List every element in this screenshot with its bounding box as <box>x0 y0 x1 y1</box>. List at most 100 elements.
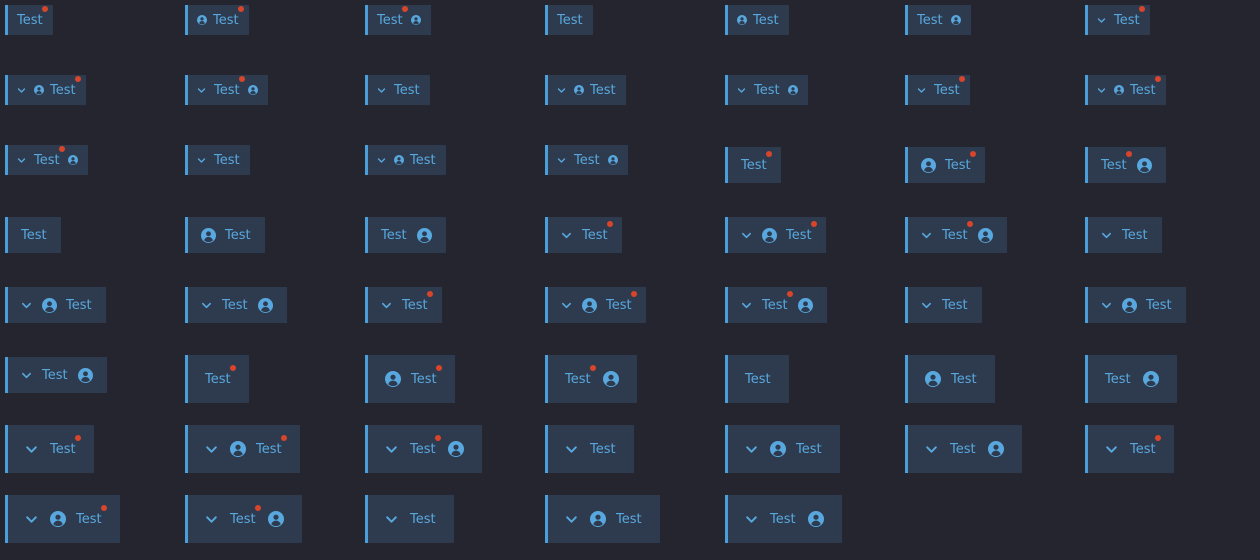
chip-button[interactable]: Test <box>1085 5 1150 35</box>
chip-label: Test <box>50 75 81 97</box>
chip-button[interactable]: Test <box>725 287 827 323</box>
chip-button[interactable]: Test <box>1085 217 1162 253</box>
chip-button[interactable]: Test <box>545 495 660 543</box>
chip-label: Test <box>50 434 81 456</box>
chip-label: Test <box>945 150 976 172</box>
user-circle-icon <box>34 85 44 95</box>
chevron-down-icon <box>562 302 571 308</box>
chip-button[interactable]: Test <box>905 287 982 323</box>
chevron-down-icon <box>562 232 571 238</box>
user-circle-icon <box>410 15 421 25</box>
chip-button[interactable]: Test <box>185 355 249 403</box>
chip-button[interactable]: Test <box>365 75 430 105</box>
chevron-down-icon <box>17 87 26 93</box>
chip-button[interactable]: Test <box>365 425 482 473</box>
chip-button[interactable]: Test <box>725 75 808 105</box>
chip-button[interactable]: Test <box>545 287 646 323</box>
chip-button[interactable]: Test <box>1085 147 1166 183</box>
chevron-down-icon <box>377 157 386 163</box>
chip-label: Test <box>1130 75 1161 97</box>
chip-button[interactable]: Test <box>5 5 53 35</box>
user-circle-icon <box>762 227 777 243</box>
chip-button[interactable]: Test <box>725 355 789 403</box>
chevron-down-icon <box>377 87 386 93</box>
chevron-down-icon <box>922 302 931 308</box>
chip-button[interactable]: Test <box>905 425 1022 473</box>
notification-dot <box>41 5 48 12</box>
user-circle-icon <box>77 367 93 383</box>
chip-label: Test <box>934 75 965 97</box>
user-circle-icon <box>770 441 786 457</box>
chip-button[interactable]: Test <box>905 75 970 105</box>
chip-label: Test <box>606 290 637 312</box>
chip-button[interactable]: Test <box>185 145 250 175</box>
chip-button[interactable]: Test <box>545 145 628 175</box>
user-circle-icon <box>977 227 993 243</box>
notification-dot <box>74 75 81 82</box>
notification-dot <box>254 504 261 511</box>
chip-button[interactable]: Test <box>365 217 446 253</box>
notification-dot <box>100 504 107 511</box>
user-circle-icon <box>797 297 813 313</box>
chip-button[interactable]: Test <box>365 145 446 175</box>
notification-dot <box>810 220 817 227</box>
chip-label: Test <box>230 504 261 526</box>
chip-button[interactable]: Test <box>5 357 107 393</box>
chip-button[interactable]: Test <box>545 217 622 253</box>
chip-button[interactable]: Test <box>725 495 842 543</box>
chip-button[interactable]: Test <box>905 147 985 183</box>
chevron-down-icon <box>26 445 37 453</box>
chip-label: Test <box>950 441 976 457</box>
chip-button[interactable]: Test <box>185 287 287 323</box>
chip-button[interactable]: Test <box>545 355 637 403</box>
chip-button[interactable]: Test <box>1085 287 1186 323</box>
notification-dot <box>1125 150 1132 157</box>
chip-label: Test <box>214 75 245 97</box>
chevron-down-icon <box>206 445 217 453</box>
chip-label: Test <box>1114 5 1145 27</box>
chip-button[interactable]: Test <box>5 287 106 323</box>
chip-label: Test <box>753 12 779 28</box>
chip-button[interactable]: Test <box>185 5 249 35</box>
chip-button[interactable]: Test <box>1085 75 1166 105</box>
chip-label: Test <box>213 5 244 27</box>
user-circle-icon <box>590 511 606 527</box>
chip-button[interactable]: Test <box>1085 355 1177 403</box>
notification-dot <box>229 364 236 371</box>
chip-button[interactable]: Test <box>5 145 88 175</box>
user-circle-icon <box>42 297 57 313</box>
chip-button[interactable]: Test <box>725 425 840 473</box>
chip-button[interactable]: Test <box>905 355 995 403</box>
chip-button[interactable]: Test <box>725 147 781 183</box>
chevron-down-icon <box>197 157 206 163</box>
user-circle-icon <box>787 85 798 95</box>
chip-label: Test <box>745 371 771 387</box>
chip-button[interactable]: Test <box>185 75 268 105</box>
chip-button[interactable]: Test <box>545 425 634 473</box>
chip-button[interactable]: Test <box>5 217 61 253</box>
chip-label: Test <box>66 297 92 313</box>
chip-label: Test <box>951 371 977 387</box>
chevron-down-icon <box>1097 87 1106 93</box>
notification-dot <box>1154 434 1161 441</box>
chip-button[interactable]: Test <box>905 5 971 35</box>
chip-button[interactable]: Test <box>545 5 593 35</box>
chip-button[interactable]: Test <box>905 217 1007 253</box>
chip-button[interactable]: Test <box>725 217 826 253</box>
notification-dot <box>630 290 637 297</box>
chip-button[interactable]: Test <box>185 495 302 543</box>
chip-button[interactable]: Test <box>185 217 265 253</box>
chevron-down-icon <box>22 302 31 308</box>
notification-dot <box>426 290 433 297</box>
chip-button[interactable]: Test <box>545 75 626 105</box>
chip-button[interactable]: Test <box>5 495 120 543</box>
chip-button[interactable]: Test <box>5 425 94 473</box>
chip-button[interactable]: Test <box>365 287 442 323</box>
chip-button[interactable]: Test <box>1085 425 1174 473</box>
chip-button[interactable]: Test <box>365 5 431 35</box>
chip-button[interactable]: Test <box>365 355 455 403</box>
chip-button[interactable]: Test <box>185 425 300 473</box>
chip-button[interactable]: Test <box>365 495 454 543</box>
chip-button[interactable]: Test <box>5 75 86 105</box>
chip-button[interactable]: Test <box>725 5 789 35</box>
